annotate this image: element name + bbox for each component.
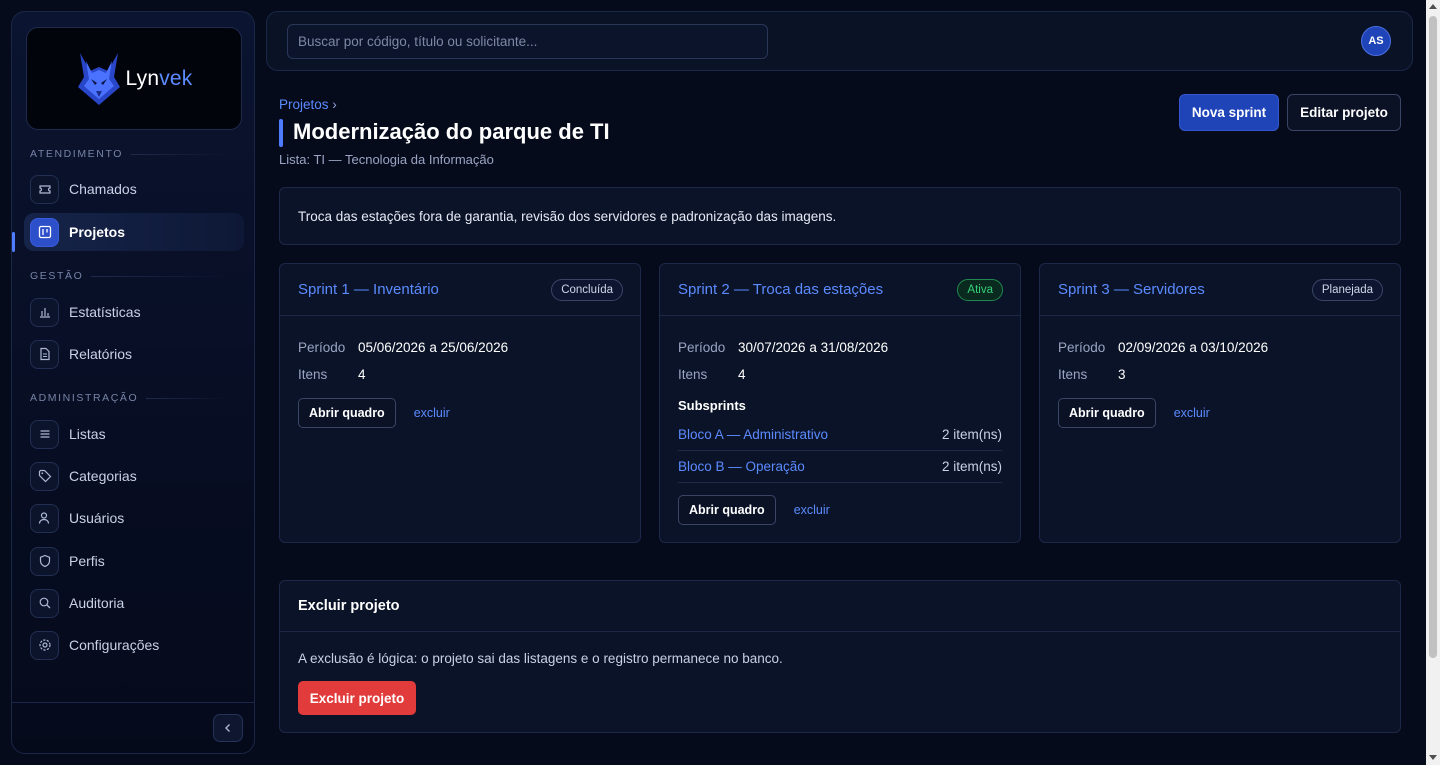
period-label: Período [678, 340, 726, 355]
page-title: Modernização do parque de TI [293, 119, 610, 144]
collapse-sidebar-button[interactable] [213, 714, 243, 742]
avatar[interactable]: AS [1361, 26, 1391, 56]
sidebar-item-relatorios[interactable]: Relatórios [24, 335, 244, 373]
items-label: Itens [298, 367, 328, 382]
document-icon [30, 339, 59, 369]
items-value: 4 [738, 367, 746, 382]
new-sprint-button[interactable]: Nova sprint [1179, 94, 1279, 131]
period-label: Período [1058, 340, 1106, 355]
period-label: Período [298, 340, 346, 355]
subsprint-link[interactable]: Bloco B — Operação [678, 459, 805, 474]
sidebar-item-projetos[interactable]: Projetos [24, 213, 244, 251]
sprint-card: Sprint 2 — Troca das estações Ativa Perí… [659, 263, 1021, 543]
gear-icon [30, 630, 59, 660]
search-input[interactable] [287, 24, 768, 59]
sidebar-item-estatisticas[interactable]: Estatísticas [24, 293, 244, 331]
sidebar-item-label: Estatísticas [69, 304, 141, 320]
sidebar-item-auditoria[interactable]: Auditoria [24, 584, 244, 622]
page-scrollbar[interactable] [1426, 0, 1440, 765]
period-value: 30/07/2026 a 31/08/2026 [738, 340, 889, 355]
delete-sprint-link[interactable]: excluir [794, 503, 830, 517]
status-badge: Concluída [551, 278, 623, 301]
scroll-down-arrow-icon[interactable] [1429, 755, 1437, 760]
nav-section-gestao: GESTÃO [30, 269, 230, 283]
sidebar-item-label: Projetos [69, 224, 126, 240]
sidebar-item-perfis[interactable]: Perfis [24, 542, 244, 580]
period-value: 05/06/2026 a 25/06/2026 [358, 340, 509, 355]
sidebar-item-configuracoes[interactable]: Configurações [24, 626, 244, 664]
subsprints-heading: Subsprints [678, 398, 746, 413]
sidebar-item-listas[interactable]: Listas [24, 415, 244, 453]
topbar: AS [266, 11, 1413, 71]
brand-logo[interactable]: Lynvek [26, 27, 242, 130]
sidebar-item-label: Perfis [69, 553, 105, 569]
ticket-icon [30, 174, 59, 204]
lynx-logo-icon [77, 52, 120, 105]
status-badge: Ativa [957, 278, 1003, 301]
subsprint-link[interactable]: Bloco A — Administrativo [678, 427, 828, 442]
sidebar-item-label: Listas [69, 426, 106, 442]
shield-icon [30, 546, 59, 576]
user-icon [30, 503, 59, 533]
page-subtitle: Lista: TI — Tecnologia da Informação [279, 152, 494, 167]
items-label: Itens [678, 367, 708, 382]
scrollbar-thumb[interactable] [1429, 16, 1437, 658]
sidebar-divider [12, 702, 254, 703]
sprint-title-link[interactable]: Sprint 3 — Servidores [1058, 281, 1205, 298]
bar-chart-icon [30, 297, 59, 327]
delete-sprint-link[interactable]: excluir [414, 406, 450, 420]
delete-project-text: A exclusão é lógica: o projeto sai das l… [298, 651, 783, 666]
sidebar-item-label: Categorias [69, 468, 137, 484]
open-board-button[interactable]: Abrir quadro [298, 398, 396, 428]
sidebar-item-chamados[interactable]: Chamados [24, 170, 244, 208]
delete-project-button[interactable]: Excluir projeto [298, 681, 416, 715]
nav-section-atendimento: ATENDIMENTO [30, 147, 230, 161]
search-icon [30, 588, 59, 618]
tag-icon [30, 461, 59, 491]
chevron-left-icon [225, 724, 230, 732]
project-description: Troca das estações fora de garantia, rev… [279, 187, 1401, 245]
kanban-icon [30, 217, 59, 247]
open-board-button[interactable]: Abrir quadro [1058, 398, 1156, 428]
nav-section-administracao: ADMINISTRAÇÃO [30, 391, 230, 405]
delete-sprint-link[interactable]: excluir [1174, 406, 1210, 420]
list-icon [30, 419, 59, 449]
subsprint-count: 2 item(ns) [941, 427, 1002, 442]
status-badge: Planejada [1311, 278, 1383, 301]
sidebar-item-usuarios[interactable]: Usuários [24, 499, 244, 537]
breadcrumb[interactable]: Projetos › [279, 97, 337, 112]
edit-project-button[interactable]: Editar projeto [1287, 94, 1401, 131]
sidebar: Lynvek ATENDIMENTO Chamados Projetos GES… [11, 11, 255, 754]
scroll-up-arrow-icon[interactable] [1429, 4, 1437, 9]
items-label: Itens [1058, 367, 1088, 382]
sprint-title-link[interactable]: Sprint 2 — Troca das estações [678, 281, 883, 298]
delete-project-card: Excluir projeto A exclusão é lógica: o p… [279, 580, 1401, 733]
sidebar-item-label: Auditoria [69, 595, 125, 611]
subsprint-row: Bloco B — Operação 2 item(ns) [678, 451, 1002, 483]
sidebar-item-categorias[interactable]: Categorias [24, 457, 244, 495]
sprint-card: Sprint 3 — Servidores Planejada Período 0… [1039, 263, 1401, 543]
delete-project-heading: Excluir projeto [280, 581, 1400, 632]
sidebar-item-label: Relatórios [69, 346, 133, 362]
brand-name: Lynvek [125, 66, 193, 90]
sprint-card: Sprint 1 — Inventário Concluída Período 0… [279, 263, 641, 543]
title-accent-bar [279, 119, 283, 147]
items-value: 3 [1118, 367, 1126, 382]
sidebar-item-label: Usuários [69, 510, 125, 526]
subsprint-row: Bloco A — Administrativo 2 item(ns) [678, 419, 1002, 451]
period-value: 02/09/2026 a 03/10/2026 [1118, 340, 1269, 355]
open-board-button[interactable]: Abrir quadro [678, 495, 776, 525]
subsprint-count: 2 item(ns) [941, 459, 1002, 474]
sidebar-item-label: Configurações [69, 637, 160, 653]
sprint-title-link[interactable]: Sprint 1 — Inventário [298, 281, 439, 298]
sidebar-item-label: Chamados [69, 181, 137, 197]
active-indicator [12, 232, 15, 252]
items-value: 4 [358, 367, 366, 382]
